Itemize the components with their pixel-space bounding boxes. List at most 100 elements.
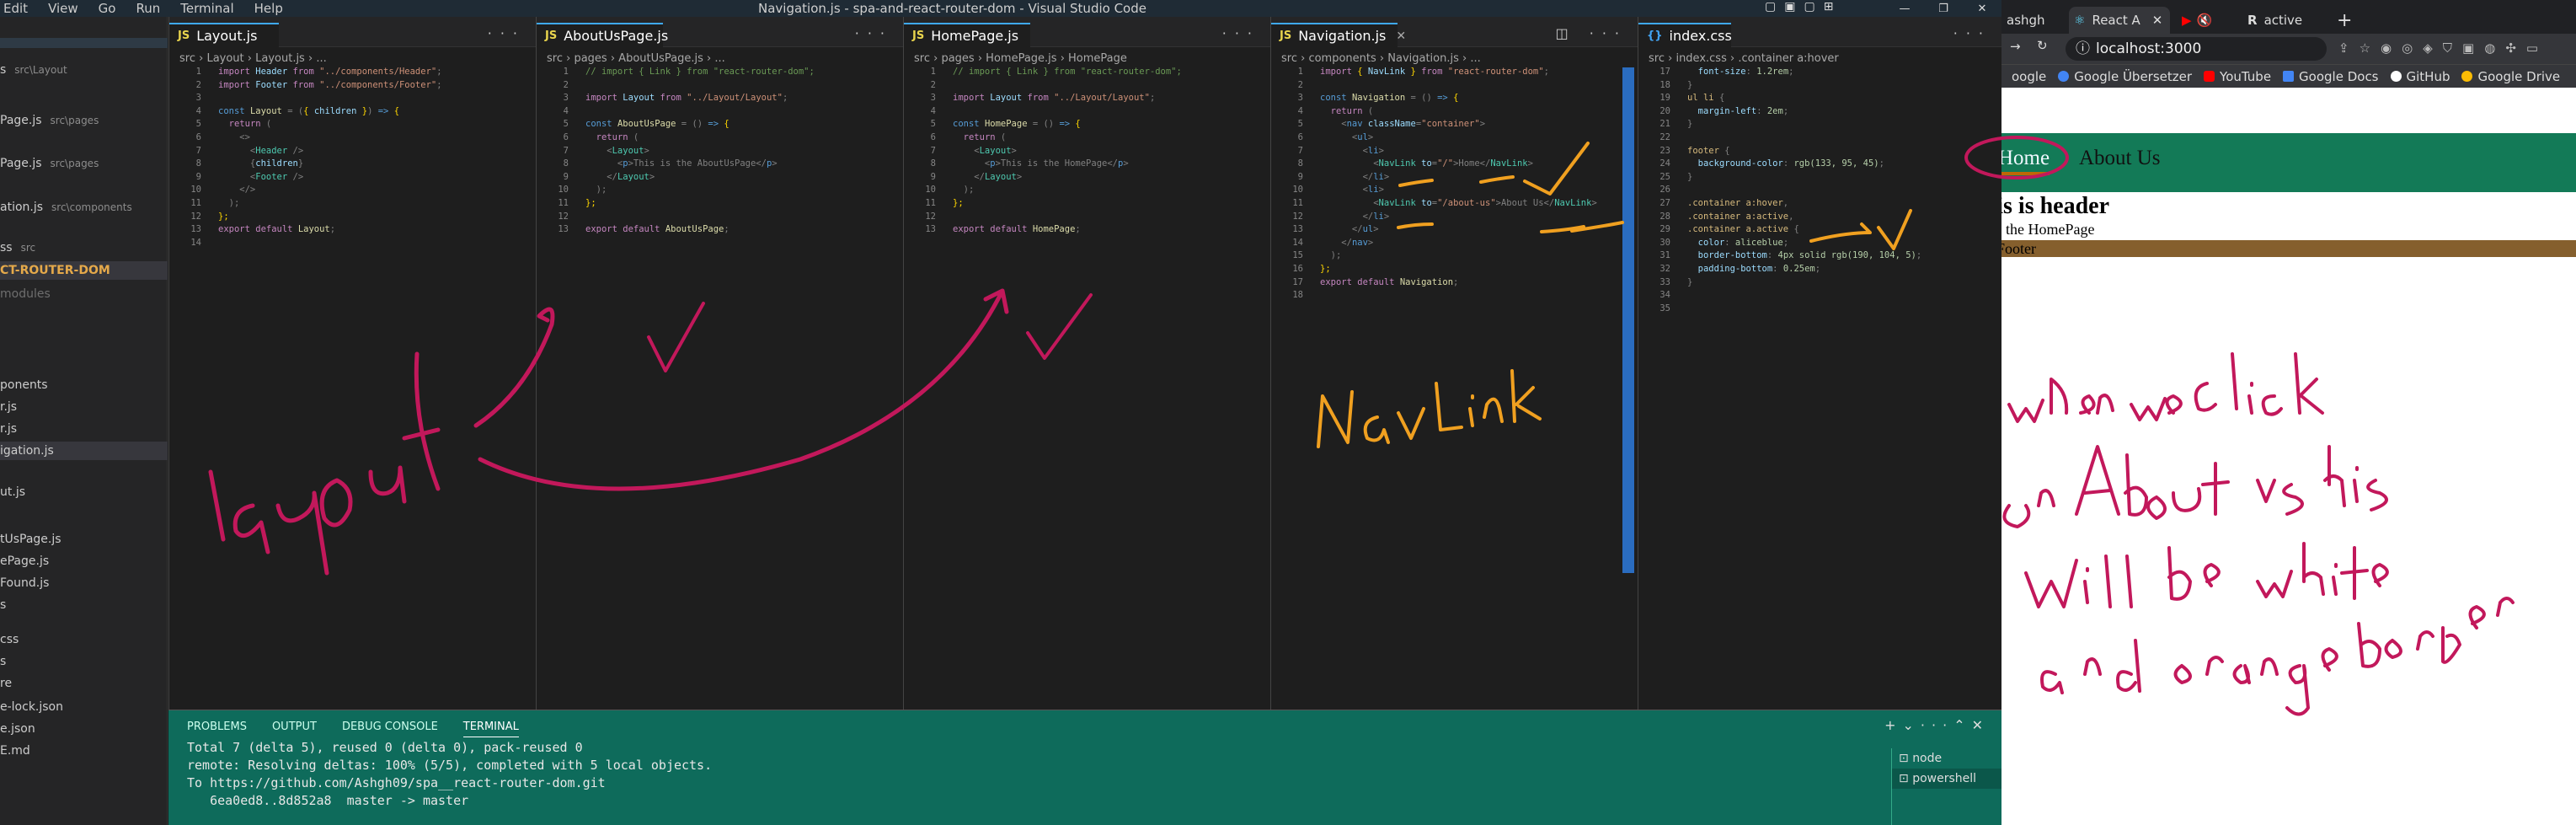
extension-icon[interactable]: ◉: [2381, 40, 2402, 56]
extension-icon[interactable]: ◈: [2423, 40, 2443, 56]
menu-edit[interactable]: Edit: [3, 1, 28, 16]
chevron-down-icon[interactable]: ⌄: [1903, 717, 1921, 733]
shield-icon[interactable]: ⛉: [2443, 40, 2462, 56]
explorer-item[interactable]: ss src: [0, 238, 168, 257]
terminal-output[interactable]: Total 7 (delta 5), reused 0 (delta 0), p…: [187, 739, 712, 810]
open-editors-section[interactable]: [0, 38, 168, 48]
browser-tab-3[interactable]: ▶ 🔇: [2177, 7, 2236, 34]
breadcrumb-item[interactable]: Navigation.js: [1387, 52, 1459, 65]
nav-link-about[interactable]: About Us: [2079, 147, 2161, 170]
breadcrumb-item[interactable]: HomePage.js: [986, 52, 1056, 65]
breadcrumb-item[interactable]: ...: [1470, 52, 1480, 65]
puzzle-icon[interactable]: ✣: [2505, 40, 2526, 56]
editor-tab[interactable]: JS AboutUsPage.js: [537, 23, 668, 47]
explorer-item[interactable]: tUsPage.js: [0, 530, 168, 549]
explorer-item[interactable]: ation.js src\components: [0, 198, 168, 217]
breadcrumb-item[interactable]: pages: [574, 52, 607, 65]
close-tab-icon[interactable]: ✕: [2152, 13, 2163, 28]
terminal-item-node[interactable]: ⊡ node: [1892, 748, 2001, 769]
bookmark-google[interactable]: oogle: [2012, 69, 2046, 84]
group-actions-icon[interactable]: ···: [1953, 25, 1991, 41]
breadcrumb-item[interactable]: Layout: [206, 52, 243, 65]
browser-tab-4[interactable]: Ractive: [2242, 7, 2327, 34]
close-tab-icon[interactable]: ✕: [1396, 29, 1406, 43]
breadcrumb-item[interactable]: components: [1308, 52, 1376, 65]
bookmark-translate[interactable]: Google Übersetzer: [2058, 69, 2192, 84]
maximize-panel-icon[interactable]: ⌃: [1953, 717, 1971, 733]
restore-icon[interactable]: ❐: [1924, 0, 1963, 17]
explorer-item[interactable]: E.md: [0, 742, 168, 760]
new-tab-button[interactable]: +: [2332, 7, 2365, 34]
reload-icon[interactable]: ↻: [2037, 38, 2048, 53]
breadcrumb-item[interactable]: src: [547, 52, 563, 65]
breadcrumb-item[interactable]: ...: [714, 52, 724, 65]
group-actions-icon[interactable]: ···: [855, 25, 893, 41]
star-icon[interactable]: ☆: [2360, 40, 2381, 56]
editor-tab[interactable]: {} index.css: [1638, 23, 1732, 47]
extension-icon[interactable]: ◎: [2402, 40, 2423, 56]
explorer-item[interactable]: css: [0, 630, 168, 649]
breadcrumb-item[interactable]: src: [1281, 52, 1297, 65]
breadcrumb-item[interactable]: Layout.js: [255, 52, 305, 65]
scrollbar[interactable]: [1622, 67, 1634, 573]
customize-layout-icon[interactable]: ⊞: [1824, 0, 1834, 13]
explorer-item[interactable]: Page.js src\pages: [0, 111, 168, 130]
explorer-item[interactable]: Page.js src\pages: [0, 154, 168, 173]
breadcrumb-item[interactable]: ...: [316, 52, 326, 65]
extension-icon[interactable]: ▣: [2462, 40, 2484, 56]
explorer-item[interactable]: r.js: [0, 420, 168, 438]
explorer-item[interactable]: s src\Layout: [0, 61, 168, 79]
tab-output[interactable]: OUTPUT: [272, 721, 317, 737]
explorer-item[interactable]: CT-ROUTER-DOM: [0, 261, 168, 280]
explorer-item[interactable]: igation.js: [0, 442, 168, 460]
bookmark-youtube[interactable]: YouTube: [2204, 69, 2271, 84]
menu-help[interactable]: Help: [254, 1, 283, 16]
sidepanel-icon[interactable]: ▭: [2526, 40, 2548, 56]
explorer-item[interactable]: ponents: [0, 376, 168, 394]
explorer-item[interactable]: ut.js: [0, 483, 168, 501]
breadcrumb-item[interactable]: HomePage: [1068, 52, 1127, 65]
bookmark-drive[interactable]: Google Drive: [2461, 69, 2560, 84]
nav-link-home[interactable]: Home: [2001, 147, 2050, 175]
explorer-item[interactable]: modules: [0, 285, 168, 303]
browser-tab-1[interactable]: ashgh: [2001, 7, 2067, 34]
group-actions-icon[interactable]: ···: [488, 25, 526, 41]
bookmark-docs[interactable]: Google Docs: [2283, 69, 2379, 84]
editor-tab[interactable]: JS Navigation.js ✕: [1271, 23, 1406, 47]
more-icon[interactable]: ···: [1921, 717, 1953, 733]
toggle-panel-icon[interactable]: ▣: [1784, 0, 1795, 13]
share-icon[interactable]: ⇪: [2338, 40, 2360, 56]
explorer-item[interactable]: e.json: [0, 720, 168, 738]
new-terminal-icon[interactable]: +: [1884, 717, 1902, 733]
explorer-item[interactable]: r.js: [0, 398, 168, 416]
tab-terminal[interactable]: TERMINAL: [462, 721, 519, 737]
breadcrumb-item[interactable]: index.css: [1675, 52, 1726, 65]
breadcrumb-item[interactable]: AboutUsPage.js: [618, 52, 703, 65]
explorer-item[interactable]: re: [0, 674, 168, 693]
site-info-icon[interactable]: ⓘ: [2076, 37, 2090, 61]
menu-go[interactable]: Go: [99, 1, 116, 16]
breadcrumb-item[interactable]: pages: [941, 52, 974, 65]
explorer-item[interactable]: Found.js: [0, 574, 168, 592]
menu-terminal[interactable]: Terminal: [180, 1, 233, 16]
menu-view[interactable]: View: [48, 1, 78, 16]
terminal-item-powershell[interactable]: ⊡ powershell: [1892, 769, 2001, 789]
editor-tab[interactable]: JS Layout.js: [169, 23, 279, 47]
toggle-secondary-icon[interactable]: ▢: [1804, 0, 1814, 13]
explorer-item[interactable]: s: [0, 596, 168, 614]
address-bar[interactable]: ⓘ localhost:3000: [2066, 37, 2327, 61]
tab-problems[interactable]: PROBLEMS: [187, 721, 247, 737]
minimize-icon[interactable]: —: [1885, 0, 1924, 17]
editor-tab[interactable]: JS HomePage.js: [904, 23, 1030, 47]
breadcrumb-item[interactable]: src: [179, 52, 195, 65]
tab-debug-console[interactable]: DEBUG CONSOLE: [342, 721, 438, 737]
explorer-item[interactable]: ePage.js: [0, 552, 168, 571]
group-actions-icon[interactable]: ···: [1222, 25, 1260, 41]
toggle-sidebar-icon[interactable]: ▢: [1765, 0, 1776, 13]
browser-tab-2[interactable]: ⚛ React A ✕: [2069, 7, 2170, 34]
explorer-item[interactable]: s: [0, 652, 168, 671]
menu-run[interactable]: Run: [136, 1, 160, 16]
bookmark-github[interactable]: GitHub: [2390, 69, 2450, 84]
group-actions-icon[interactable]: ◫ ···: [1556, 25, 1627, 41]
close-icon[interactable]: ✕: [1963, 0, 2001, 17]
